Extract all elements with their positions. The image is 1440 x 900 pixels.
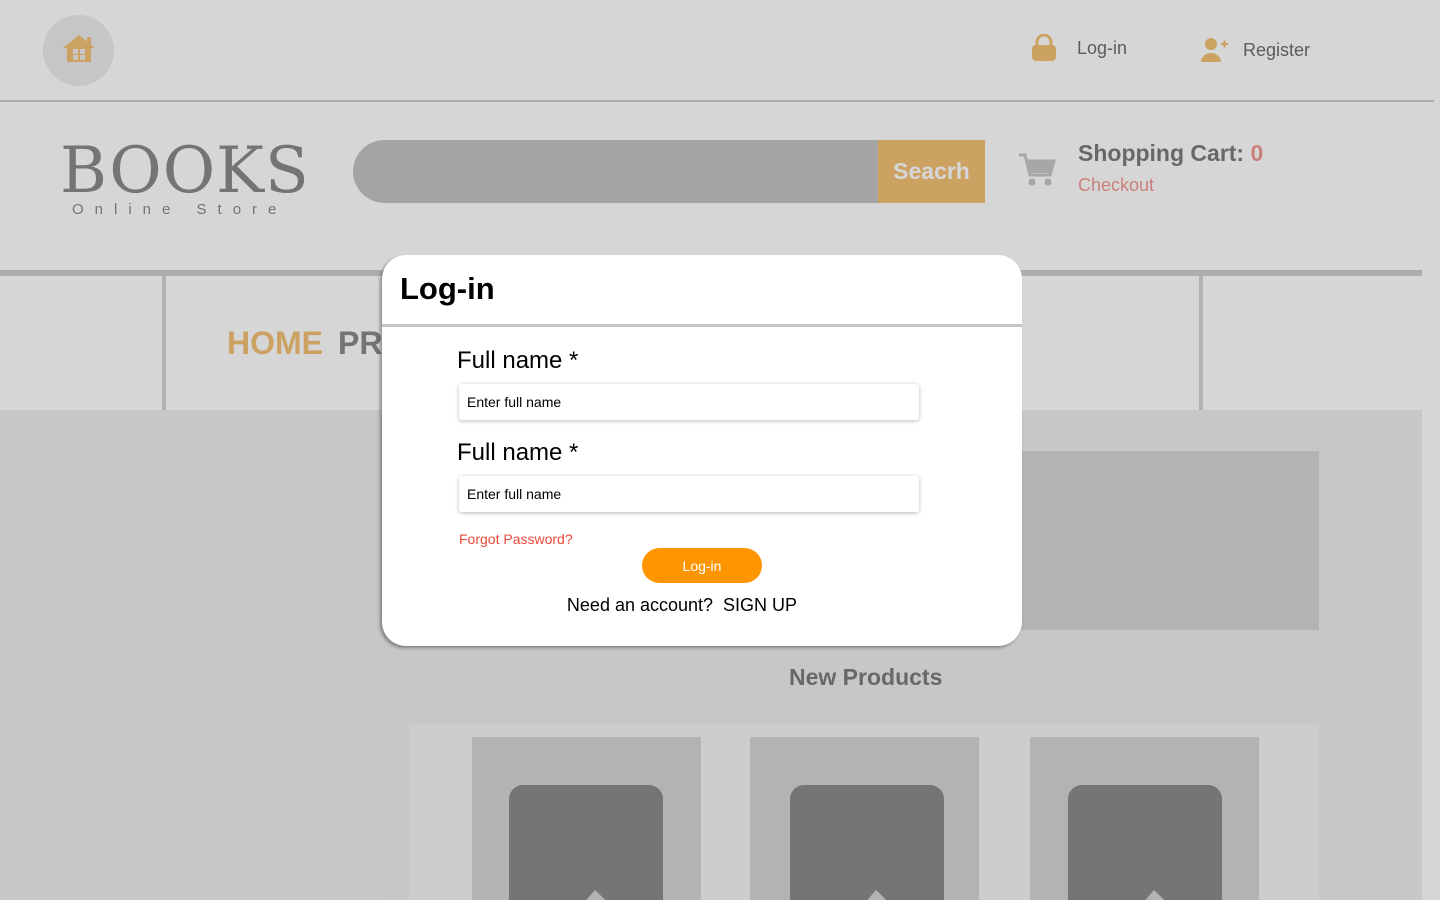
login-button[interactable]: Log-in <box>642 548 762 583</box>
forgot-password-link[interactable]: Forgot Password? <box>459 531 573 547</box>
full-name-label-2: Full name * <box>457 439 579 466</box>
full-name-input[interactable] <box>459 384 919 420</box>
full-name-input-2[interactable] <box>459 476 919 512</box>
signup-prompt: Need an account? SIGN UP <box>382 595 982 616</box>
modal-divider <box>382 324 1022 327</box>
signup-link[interactable]: SIGN UP <box>723 595 797 615</box>
signup-prompt-text: Need an account? <box>566 595 714 615</box>
login-modal: Log-in Full name * Full name * Forgot Pa… <box>382 255 1022 646</box>
full-name-label: Full name * <box>457 347 579 374</box>
modal-title: Log-in <box>400 271 495 306</box>
